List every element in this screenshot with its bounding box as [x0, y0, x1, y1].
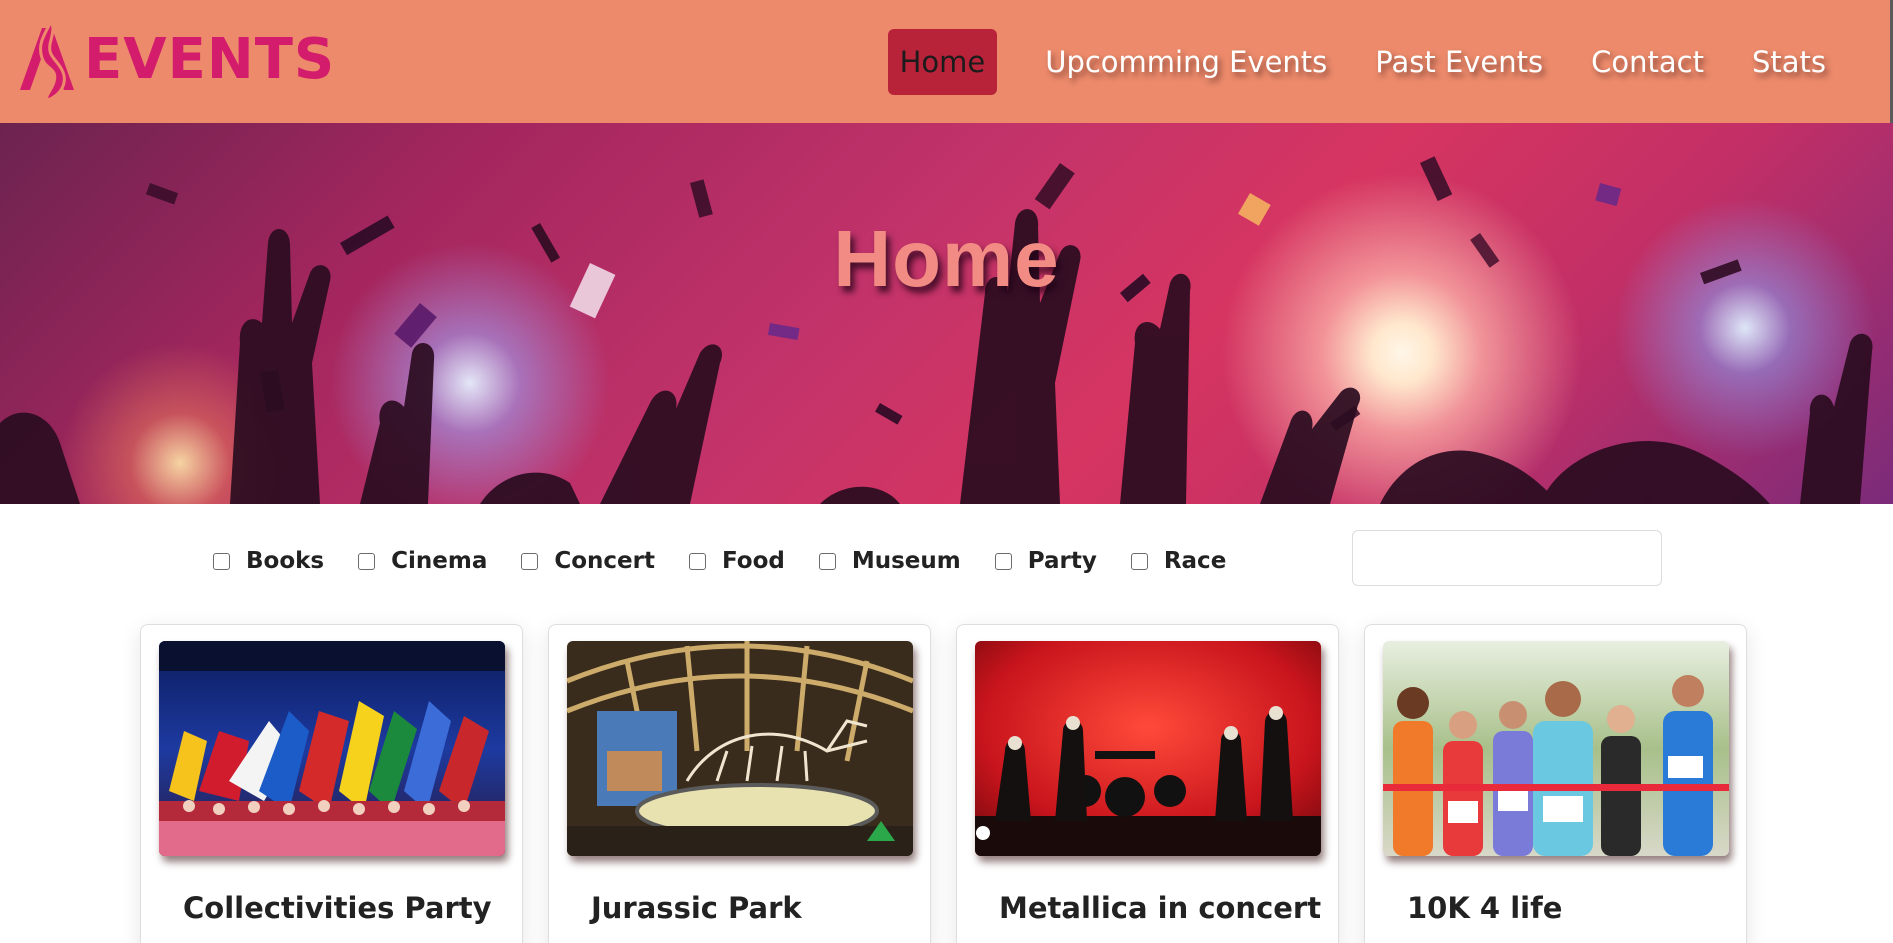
- event-image: [567, 641, 913, 856]
- checkbox[interactable]: [688, 552, 706, 570]
- event-title: Metallica in concert: [999, 891, 1322, 925]
- nav-upcoming-events[interactable]: Upcomming Events: [1021, 29, 1351, 95]
- filter-race[interactable]: Race: [1130, 548, 1226, 574]
- filter-food[interactable]: Food: [688, 548, 785, 574]
- page-title: Home: [833, 214, 1060, 303]
- checkbox[interactable]: [818, 552, 836, 570]
- filter-books[interactable]: Books: [213, 548, 324, 574]
- filter-concert[interactable]: Concert: [521, 548, 655, 574]
- event-card-collectivities-party[interactable]: Collectivities Party: [140, 624, 523, 943]
- hero-banner: Home: [0, 123, 1893, 504]
- checkbox[interactable]: [358, 552, 376, 570]
- event-card-10k-4-life[interactable]: 10K 4 life: [1364, 624, 1747, 943]
- checkbox[interactable]: [994, 552, 1012, 570]
- dinosaur-museum-image: [567, 641, 913, 856]
- checkbox[interactable]: [521, 552, 539, 570]
- concert-crowd-image: [0, 156, 1873, 504]
- runners-finish-image: [1383, 641, 1729, 856]
- category-filters: Books Cinema Concert Food Museum Party R…: [213, 541, 1260, 581]
- filter-cinema[interactable]: Cinema: [358, 548, 487, 574]
- checkbox[interactable]: [1130, 552, 1148, 570]
- event-image: [1383, 641, 1729, 856]
- top-navbar: EVENTS Home Upcomming Events Past Events…: [0, 0, 1893, 123]
- rock-band-image: [975, 641, 1321, 856]
- filter-museum[interactable]: Museum: [818, 548, 961, 574]
- brand-logo[interactable]: EVENTS: [18, 20, 335, 100]
- flags-parade-image: [159, 641, 505, 856]
- event-title: 10K 4 life: [1407, 891, 1563, 925]
- nav-contact[interactable]: Contact: [1567, 29, 1728, 95]
- logo-flame-icon: [20, 20, 74, 100]
- nav-stats[interactable]: Stats: [1728, 29, 1850, 95]
- nav-home[interactable]: Home: [887, 29, 998, 95]
- nav-past-events[interactable]: Past Events: [1351, 29, 1567, 95]
- event-card-metallica-in-concert[interactable]: Metallica in concert: [956, 624, 1339, 943]
- main-nav: Home Upcomming Events Past Events Contac…: [887, 29, 1850, 95]
- event-image: [159, 641, 505, 856]
- event-image: [975, 641, 1321, 856]
- filter-party[interactable]: Party: [994, 548, 1097, 574]
- checkbox[interactable]: [213, 552, 230, 570]
- logo-text: EVENTS: [84, 27, 336, 92]
- event-title: Collectivities Party: [183, 891, 492, 925]
- event-card-jurassic-park[interactable]: Jurassic Park: [548, 624, 931, 943]
- event-title: Jurassic Park: [591, 891, 802, 925]
- search-input[interactable]: [1352, 530, 1662, 586]
